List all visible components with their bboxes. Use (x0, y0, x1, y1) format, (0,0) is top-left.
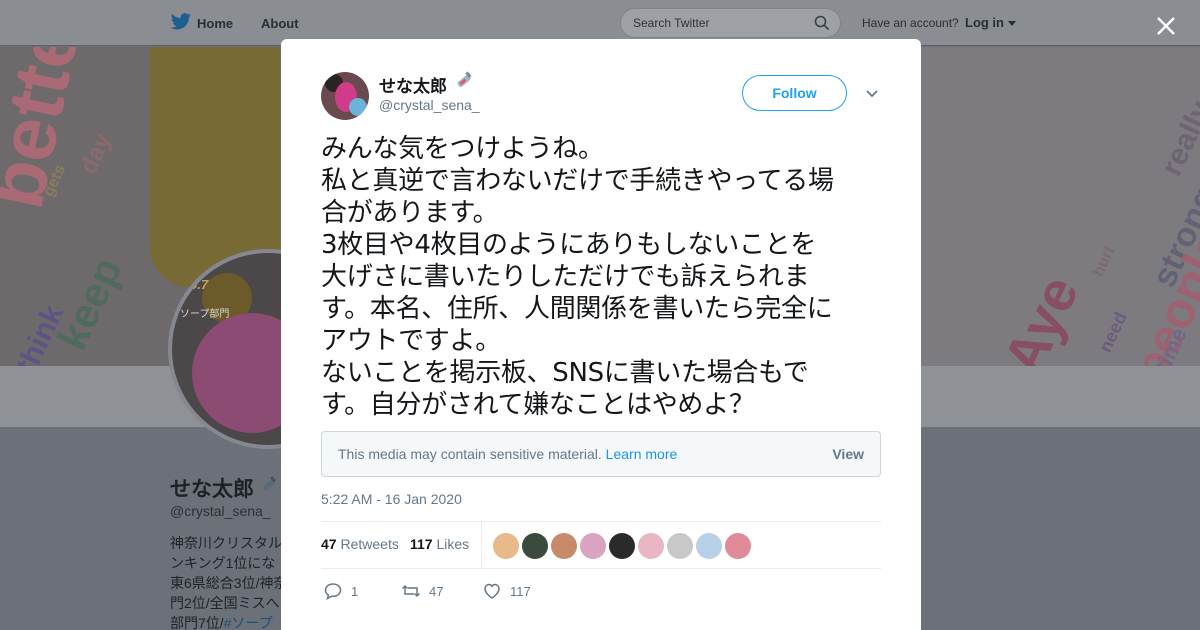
search-icon[interactable] (814, 15, 830, 31)
tweet-text-line: 合があります。 (321, 198, 499, 228)
tweet-text-line: ないことを掲示板、SNSに書いた場合もで (321, 358, 809, 388)
profile-bio: 神奈川クリスタル ンキング1位にな 東6県総合3位/神奈 門2位/全国ミスへ 部… (170, 533, 282, 630)
liker-avatar[interactable] (522, 533, 548, 559)
retweet-button[interactable]: 47 (401, 579, 443, 603)
liker-avatar[interactable] (725, 533, 751, 559)
banner-word: keep (48, 250, 132, 357)
liker-avatar[interactable] (493, 533, 519, 559)
tweet-text-line: す。自分がされて嫌なことはやめよ？ (321, 390, 755, 420)
bio-hashtag-link[interactable]: #ソープ (224, 615, 273, 630)
tweet-text-line: 3枚目や4枚目のようにありもしないことを (321, 230, 817, 260)
liker-avatar[interactable] (696, 533, 722, 559)
retweet-icon (401, 584, 421, 598)
follow-button[interactable]: Follow (742, 75, 847, 111)
search-placeholder: Search Twitter (633, 16, 710, 30)
profile-handle: @crystal_sena_ (170, 503, 271, 519)
chevron-down-icon[interactable] (1008, 21, 1016, 26)
sensitive-notice-label: This media may contain sensitive materia… (338, 446, 602, 462)
avatar-badge: No.7 (180, 277, 209, 292)
sensitive-media-notice: This media may contain sensitive materia… (321, 431, 881, 477)
bio-line: 神奈川クリスタル (170, 535, 282, 551)
login-link[interactable]: Log in (965, 15, 1004, 30)
liker-avatar[interactable] (667, 533, 693, 559)
tweet-text-line: 私と真逆で言わないだけで手続きやってる場 (321, 166, 834, 196)
bio-line: ンキング1位にな (170, 555, 276, 571)
tweet-stats: 47 Retweets 117 Likes (321, 521, 881, 569)
tweet-text-line: 大げさに書いたりしただけでも訴えられま (321, 262, 810, 292)
liker-avatar[interactable] (580, 533, 606, 559)
avatar-badge-caption: ソープ部門 (180, 309, 230, 320)
like-button[interactable]: 117 (482, 579, 531, 603)
sensitive-notice-text: This media may contain sensitive materia… (338, 446, 677, 462)
tweet-text-line: す。本名、住所、人間関係を書いたら完全に (321, 294, 833, 324)
tweet-timestamp[interactable]: 5:22 AM - 16 Jan 2020 (321, 491, 462, 507)
chevron-down-icon[interactable] (864, 88, 880, 100)
liker-avatar[interactable] (638, 533, 664, 559)
liker-avatar[interactable] (609, 533, 635, 559)
reply-count: 1 (351, 583, 359, 599)
tweet-text: みんな気をつけようね。 私と真逆で言わないだけで手続きやってる場 合があります。… (321, 133, 891, 421)
retweets-label: Retweets (340, 536, 399, 552)
bio-line: 部門7位/#ソープ (170, 613, 282, 630)
likes-label: Likes (436, 536, 470, 552)
author-avatar[interactable] (321, 72, 369, 120)
tweet-text-line: みんな気をつけようね。 (321, 134, 604, 164)
learn-more-link[interactable]: Learn more (606, 446, 678, 462)
nav-home-link[interactable]: Home (197, 16, 233, 31)
account-prompt: Have an account? (862, 16, 959, 30)
syringe-emoji-icon (263, 476, 276, 491)
bio-line-text: 部門7位/ (170, 615, 224, 630)
bio-line: 門2位/全国ミスへ (170, 595, 280, 611)
view-media-button[interactable]: View (832, 446, 864, 462)
heart-icon (484, 583, 500, 599)
banner-photo: really strong people Aye need hurt time (920, 47, 1200, 366)
liker-avatar[interactable] (551, 533, 577, 559)
nav-about-link[interactable]: About (261, 16, 299, 31)
author-name[interactable]: せな太郎 (379, 72, 447, 97)
retweets-stat[interactable]: 47 Retweets (321, 536, 399, 552)
banner-word: Aye (990, 266, 1091, 366)
profile-name: せな太郎 (170, 478, 254, 501)
search-input[interactable]: Search Twitter (620, 8, 841, 38)
author-handle[interactable]: @crystal_sena_ (379, 97, 480, 113)
banner-word: hurt (1090, 243, 1119, 280)
banner-word: really (1155, 95, 1200, 181)
retweet-count: 47 (321, 536, 337, 552)
banner-word: day (75, 129, 117, 179)
reply-button[interactable]: 1 (323, 579, 358, 603)
like-action-count: 117 (510, 583, 531, 599)
like-count: 117 (410, 536, 433, 552)
banner-word: think (10, 300, 71, 366)
close-icon[interactable] (1152, 12, 1180, 40)
tweet-text-line: アウトですよ。 (321, 326, 501, 356)
syringe-emoji-icon (457, 71, 472, 87)
retweet-action-count: 47 (429, 583, 444, 599)
bio-line: 東6県総合3位/神奈 (170, 575, 282, 591)
avatar-shape (349, 98, 367, 116)
likes-stat[interactable]: 117 Likes (410, 536, 469, 552)
stats-divider (481, 522, 482, 569)
tweet-modal: せな太郎 @crystal_sena_ Follow みんな気をつけようね。 私… (281, 39, 921, 630)
reply-icon (324, 583, 342, 601)
tweet-actions: 1 47 117 (321, 579, 881, 603)
banner-word: need (1095, 308, 1131, 356)
twitter-bird-icon[interactable] (170, 13, 192, 31)
